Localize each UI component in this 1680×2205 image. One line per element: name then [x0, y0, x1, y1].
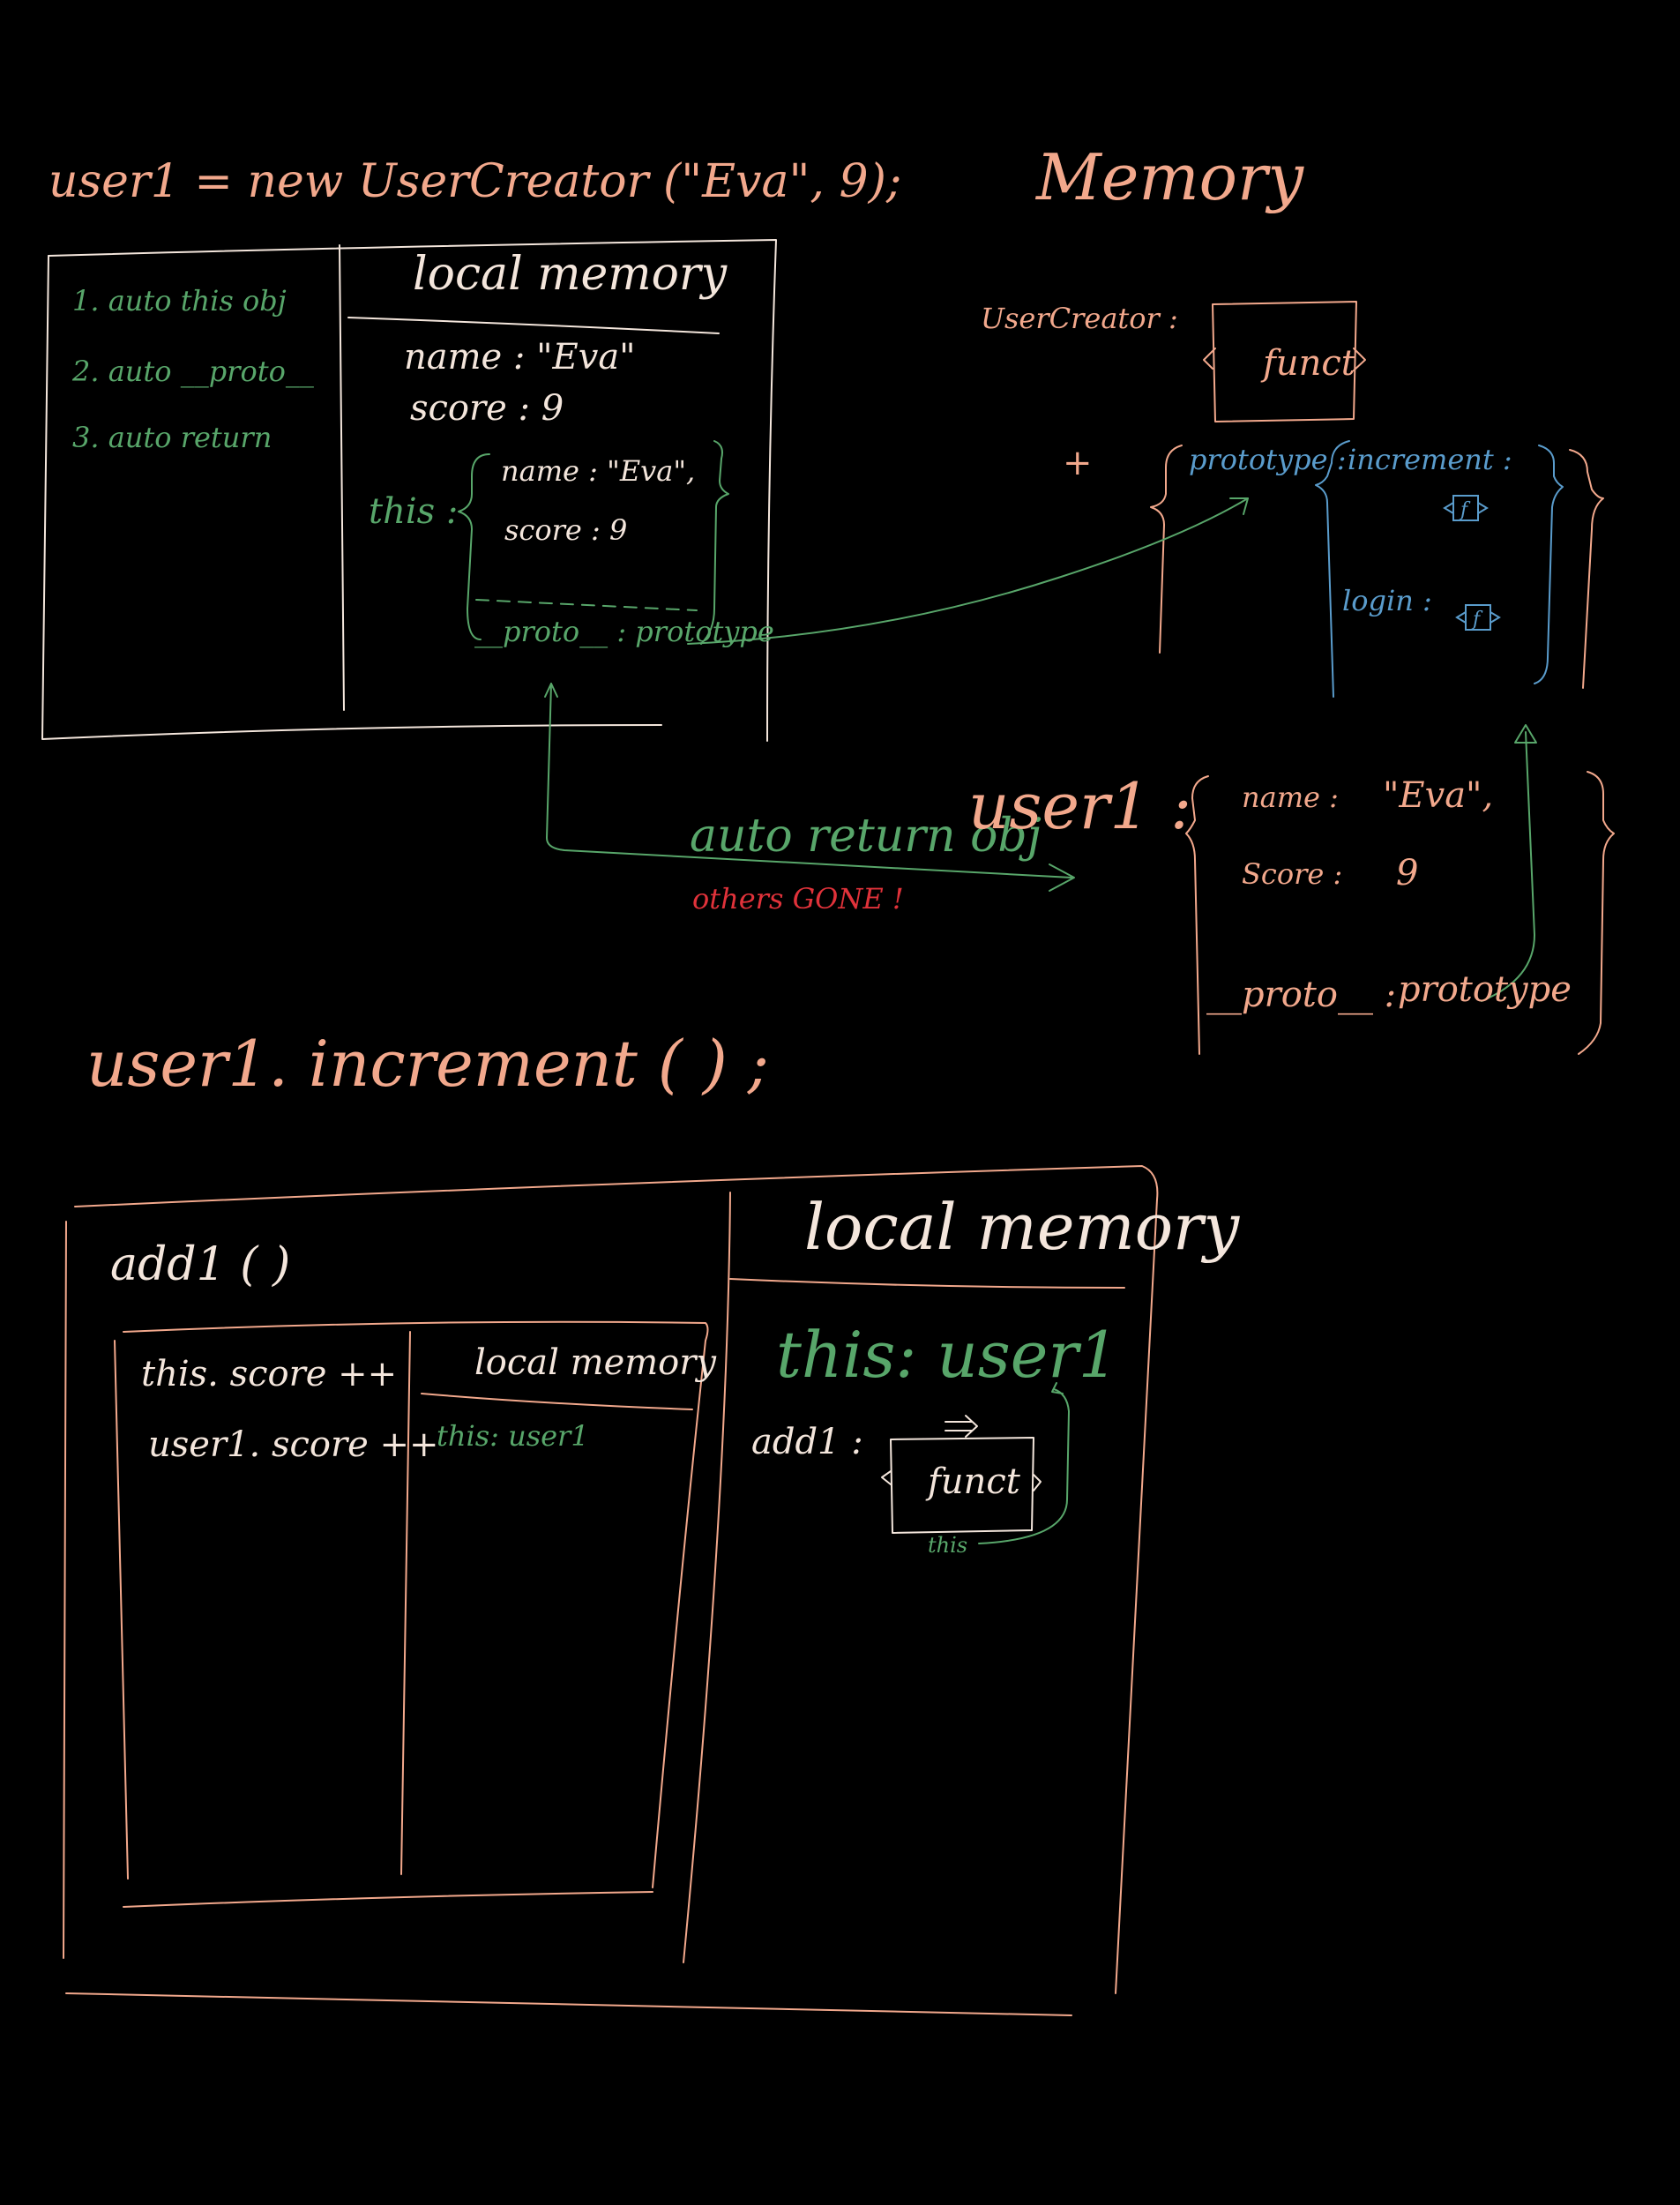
- increment-label: increment :: [1348, 443, 1512, 476]
- creator-funct-label: funct: [1263, 343, 1355, 384]
- add1-call: add1 ( ): [110, 1238, 291, 1291]
- step-2: 2. auto __proto__: [72, 355, 314, 388]
- inner-this-binding: this: user1: [437, 1419, 589, 1453]
- increment-frame: [63, 1165, 1159, 2016]
- increment-f-glyph: f: [1459, 499, 1471, 521]
- login-f-glyph: f: [1471, 609, 1483, 631]
- code-line-user1-score: user1. score ++: [148, 1424, 439, 1465]
- statement-new-usercreator: user1 = new UserCreator ("Eva", 9);: [49, 155, 902, 208]
- code-line-this-score: this. score ++: [141, 1354, 398, 1394]
- user1-score-key: Score :: [1242, 857, 1343, 891]
- outer-this-binding: this: user1: [776, 1318, 1119, 1392]
- prototype-braces: [1150, 440, 1604, 698]
- memory-title: Memory: [1036, 140, 1304, 214]
- login-label: login :: [1342, 584, 1432, 617]
- user1-object-label: user1 :: [968, 769, 1192, 843]
- user1-proto-key: __proto__ :: [1206, 975, 1397, 1015]
- user1-name-key: name :: [1242, 781, 1339, 814]
- others-gone-note: others GONE !: [692, 882, 904, 916]
- local-name-entry: name : "Eva": [404, 337, 636, 377]
- outer-local-memory-title: local memory: [804, 1190, 1240, 1264]
- diagram-lines: [41, 239, 1615, 2016]
- this-score-entry: score : 9: [504, 513, 628, 547]
- plus-sign: +: [1063, 443, 1093, 483]
- user1-score-value: 9: [1396, 853, 1419, 893]
- step-3: 3. auto return: [72, 421, 273, 454]
- this-label: this :: [369, 491, 459, 532]
- user1-proto-value: prototype: [1398, 969, 1572, 1010]
- statement-increment-call: user1. increment ( ) ;: [86, 1027, 769, 1101]
- funct-this-label: this: [928, 1533, 968, 1558]
- add1-key: add1 :: [751, 1422, 863, 1462]
- user1-name-value: "Eva",: [1383, 775, 1494, 816]
- usercreator-label: UserCreator :: [981, 302, 1178, 335]
- step-1: 1. auto this obj: [72, 284, 287, 318]
- inner-local-memory-title: local memory: [474, 1342, 716, 1383]
- login-function-icon: f: [1448, 602, 1510, 633]
- prototype-label: prototype :: [1189, 443, 1347, 476]
- local-memory-title-top: local memory: [413, 248, 728, 301]
- local-score-entry: score : 9: [410, 388, 564, 429]
- this-name-entry: name : "Eva",: [501, 454, 696, 488]
- this-proto-entry: __proto__ : prototype: [474, 615, 774, 648]
- user1-proto-arrow: [1481, 724, 1537, 1002]
- add1-funct-label: funct: [928, 1461, 1020, 1502]
- increment-function-icon: f: [1436, 492, 1497, 524]
